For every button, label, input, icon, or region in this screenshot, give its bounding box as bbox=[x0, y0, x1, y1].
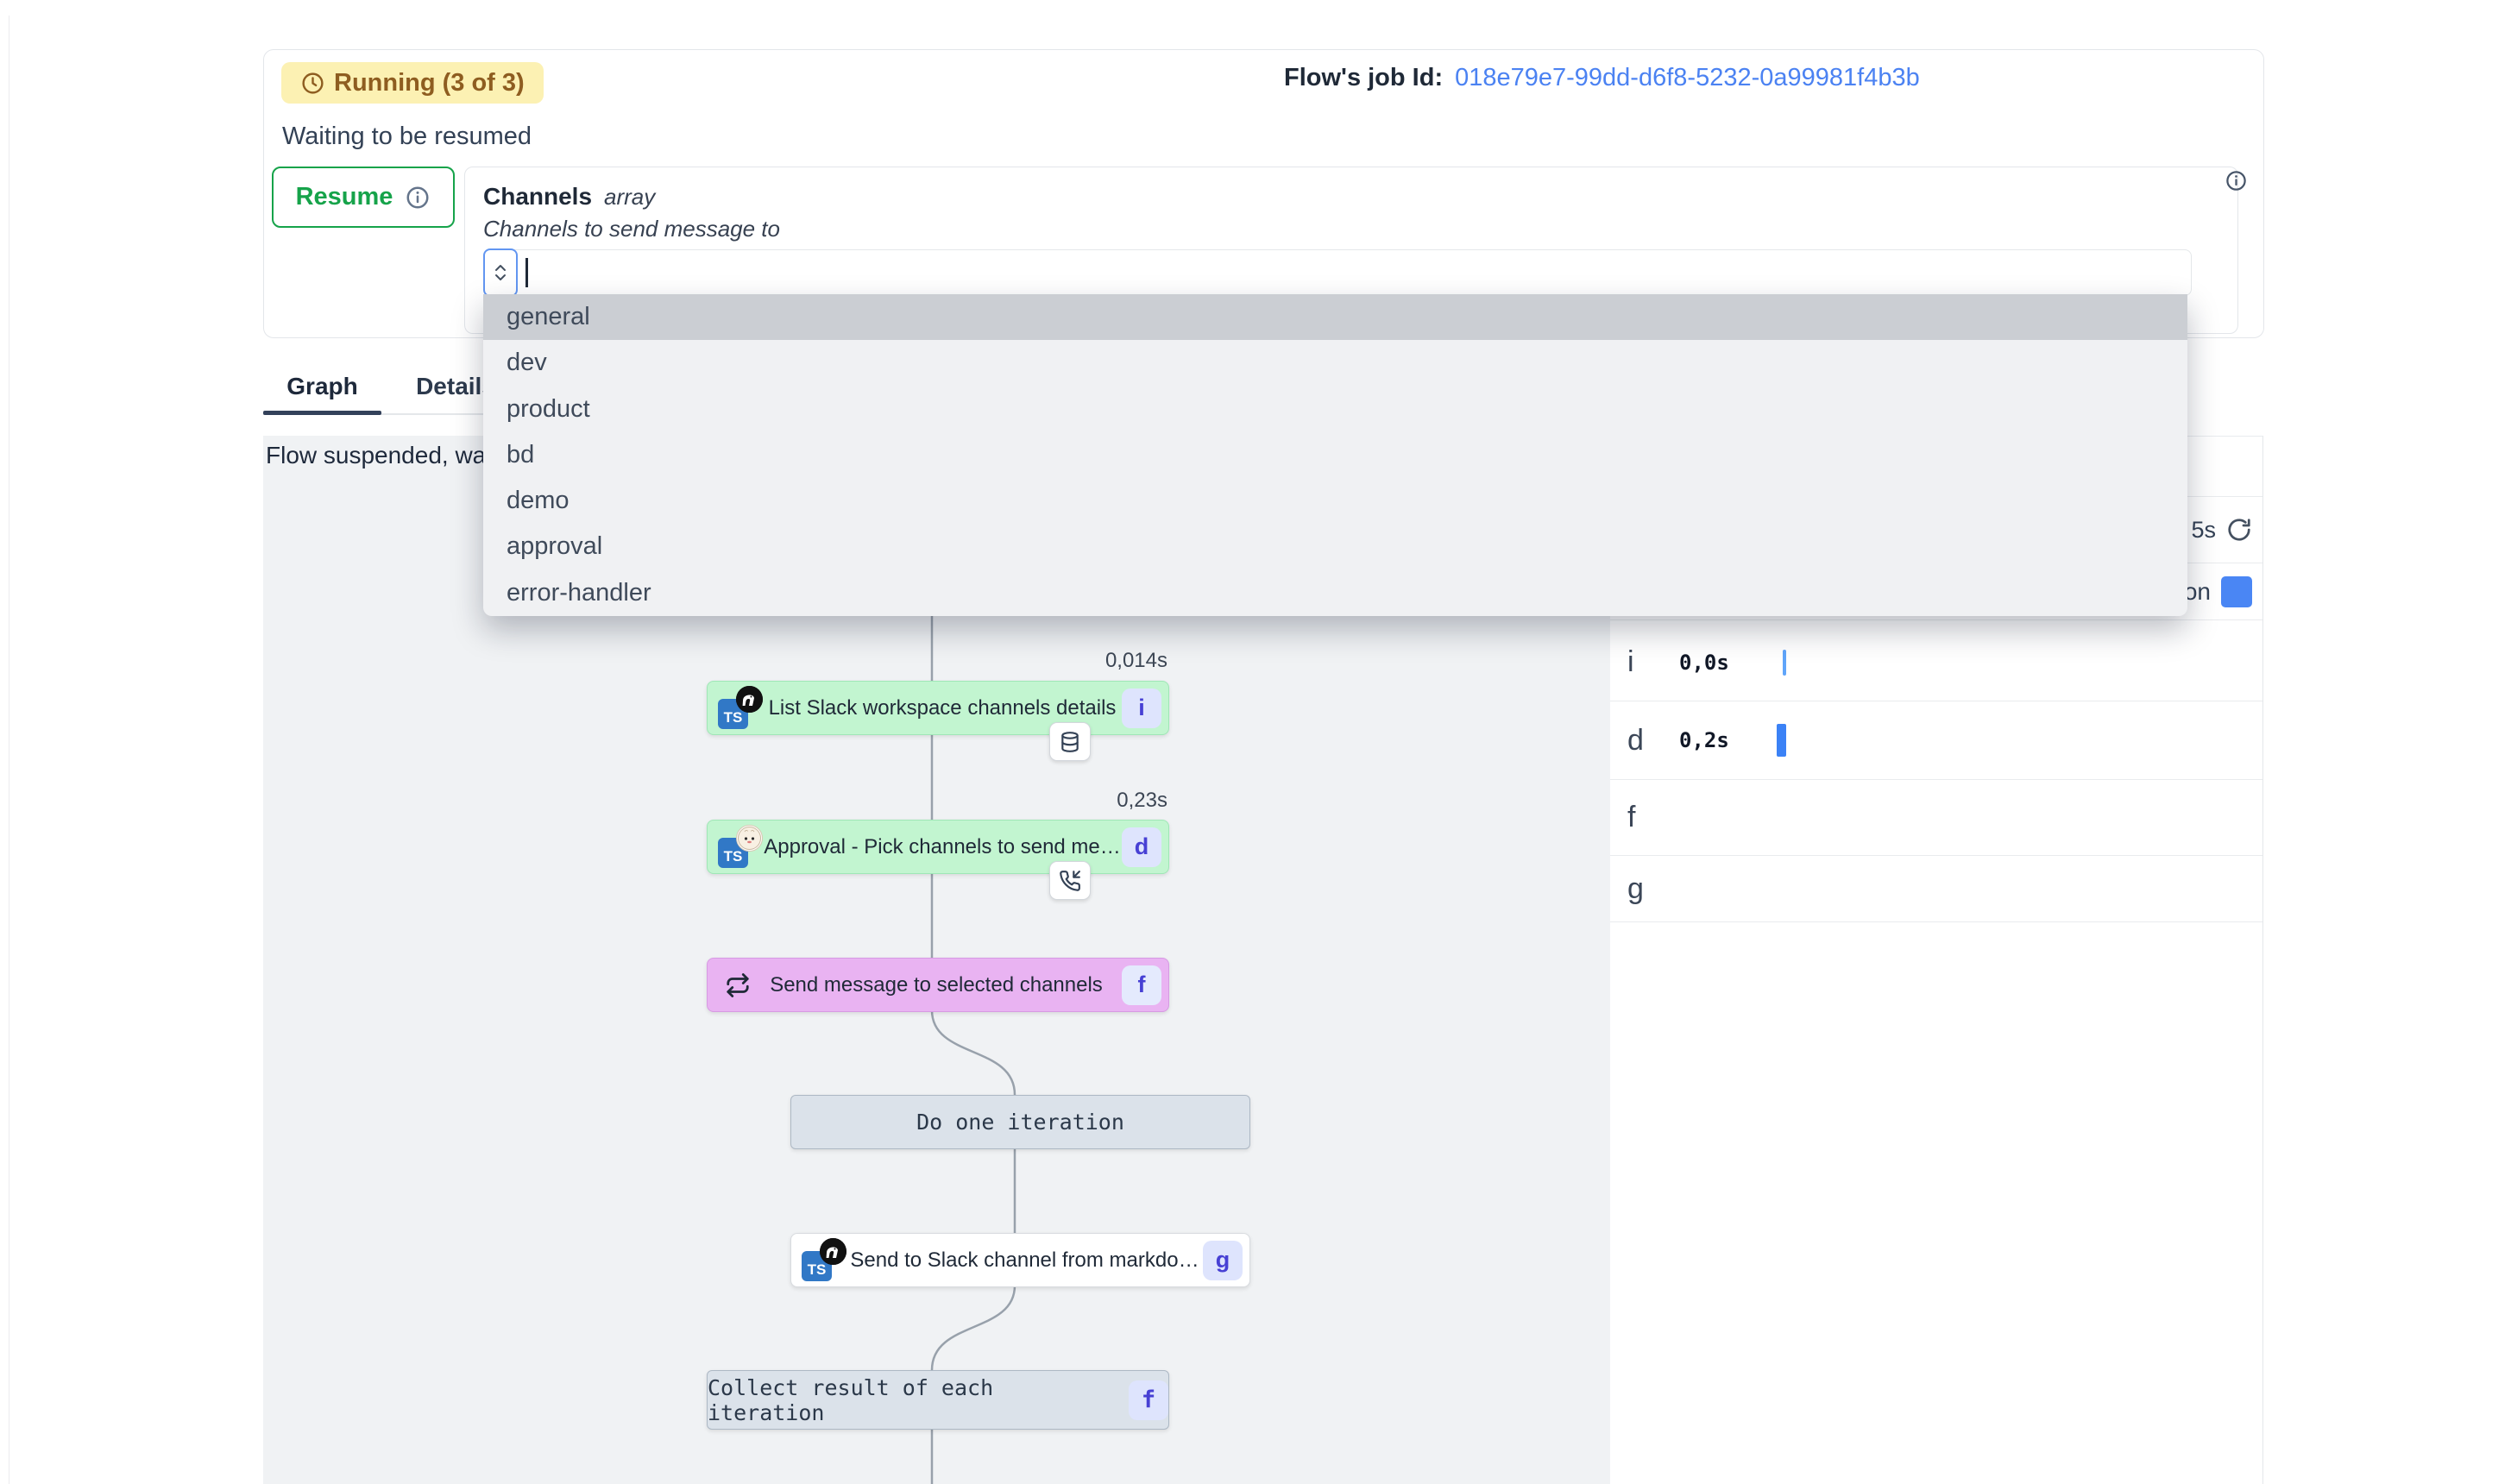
dropdown-option-error-handler[interactable]: error-handler bbox=[483, 570, 2187, 616]
parameter-description: Channels to send message to bbox=[483, 216, 780, 242]
deno-logo-icon bbox=[736, 686, 763, 713]
step-id: f bbox=[1610, 801, 1665, 834]
channels-input[interactable] bbox=[483, 249, 2192, 296]
bun-logo-icon bbox=[736, 825, 763, 852]
step-row-i[interactable]: i 0,0s bbox=[1610, 624, 2262, 701]
database-icon bbox=[1059, 731, 1081, 753]
step-row-f[interactable]: f bbox=[1610, 780, 2262, 856]
cached-result-indicator bbox=[1049, 722, 1091, 761]
step-id-badge: g bbox=[1203, 1241, 1243, 1280]
node-do-one-iteration[interactable]: Do one iteration bbox=[790, 1095, 1250, 1149]
tab-graph[interactable]: Graph bbox=[263, 373, 381, 412]
step-id-badge: i bbox=[1122, 689, 1161, 728]
parameter-type: array bbox=[604, 184, 655, 210]
resume-button-label: Resume bbox=[296, 183, 393, 211]
node-forloop-send-message[interactable]: Send message to selected channels f bbox=[707, 958, 1169, 1012]
node-label: Send to Slack channel from markdo… bbox=[846, 1248, 1203, 1273]
node-list-slack-channels[interactable]: TS List Slack workspace channels details… bbox=[707, 681, 1169, 735]
step-row-d[interactable]: d 0,2s bbox=[1610, 701, 2262, 780]
step-id: d bbox=[1610, 724, 1665, 758]
step-id: i bbox=[1610, 645, 1665, 679]
text-caret bbox=[525, 258, 528, 287]
typescript-icon: TS bbox=[718, 686, 763, 731]
step-id-badge: f bbox=[1129, 1380, 1168, 1420]
tab-graph-active-indicator bbox=[263, 411, 381, 415]
dropdown-option-product[interactable]: product bbox=[483, 387, 2187, 432]
duration-partial-text: 5s bbox=[2191, 517, 2216, 544]
clock-icon bbox=[300, 71, 325, 96]
duration-bar bbox=[1783, 650, 1786, 676]
info-icon[interactable] bbox=[405, 185, 431, 211]
step-timing: 0,23s bbox=[707, 789, 1167, 813]
step-id-badge: d bbox=[1122, 827, 1161, 867]
refresh-icon[interactable] bbox=[2226, 517, 2252, 543]
dropdown-option-bd[interactable]: bd bbox=[483, 432, 2187, 478]
step-duration: 0,0s bbox=[1679, 651, 1729, 675]
parameter-title: Channels array bbox=[483, 183, 655, 211]
flow-suspended-banner: Flow suspended, wa bbox=[266, 442, 486, 469]
channels-options-dropdown: general dev product bd demo approval err… bbox=[483, 294, 2187, 616]
waiting-text: Waiting to be resumed bbox=[282, 123, 532, 151]
flow-run-page: Flow suspended, wa 0,014s TS List Slack … bbox=[0, 0, 2511, 1484]
job-id-link[interactable]: 018e79e7-99dd-d6f8-5232-0a99981f4b3b bbox=[1455, 64, 1920, 92]
node-label: Approval - Pick channels to send me… bbox=[763, 835, 1122, 859]
node-label: Send message to selected channels bbox=[751, 973, 1122, 997]
step-id: g bbox=[1610, 872, 1665, 906]
info-icon[interactable] bbox=[2225, 169, 2248, 192]
suspend-indicator bbox=[1049, 861, 1091, 900]
type-selector-button[interactable] bbox=[483, 248, 518, 297]
parameter-name: Channels bbox=[483, 183, 592, 210]
node-label: Do one iteration bbox=[916, 1110, 1124, 1135]
typescript-icon: TS bbox=[718, 825, 763, 870]
status-badge: Running (3 of 3) bbox=[281, 62, 544, 104]
duration-bar bbox=[1777, 724, 1786, 757]
dropdown-option-demo[interactable]: demo bbox=[483, 478, 2187, 524]
checkbox-partial-text: on bbox=[2184, 578, 2211, 606]
resume-button[interactable]: Resume bbox=[272, 167, 455, 228]
dropdown-option-general[interactable]: general bbox=[483, 294, 2187, 340]
dropdown-option-approval[interactable]: approval bbox=[483, 524, 2187, 569]
repeat-icon bbox=[725, 972, 751, 998]
node-collect-results[interactable]: Collect result of each iteration f bbox=[707, 1370, 1169, 1430]
dropdown-option-dev[interactable]: dev bbox=[483, 340, 2187, 386]
node-label: Collect result of each iteration bbox=[708, 1375, 1111, 1425]
phone-incoming-icon bbox=[1059, 870, 1081, 892]
node-approval-pick-channels[interactable]: TS Approval - Pick channels to send me… … bbox=[707, 820, 1169, 874]
step-duration: 0,2s bbox=[1679, 728, 1729, 752]
step-timing: 0,014s bbox=[707, 649, 1167, 673]
typescript-icon: TS bbox=[802, 1238, 846, 1283]
chevron-updown-icon bbox=[493, 263, 508, 282]
blue-checkbox-indicator[interactable] bbox=[2221, 576, 2252, 607]
node-send-to-slack-markdown[interactable]: TS Send to Slack channel from markdo… g bbox=[790, 1233, 1250, 1287]
step-row-g[interactable]: g bbox=[1610, 856, 2262, 922]
job-id-row: Flow's job Id: 018e79e7-99dd-d6f8-5232-0… bbox=[1284, 64, 1920, 92]
job-id-label: Flow's job Id: bbox=[1284, 64, 1443, 92]
step-id-badge: f bbox=[1122, 965, 1161, 1005]
deno-logo-icon bbox=[820, 1238, 846, 1265]
node-label: List Slack workspace channels details bbox=[763, 696, 1122, 720]
status-badge-label: Running (3 of 3) bbox=[334, 69, 525, 97]
